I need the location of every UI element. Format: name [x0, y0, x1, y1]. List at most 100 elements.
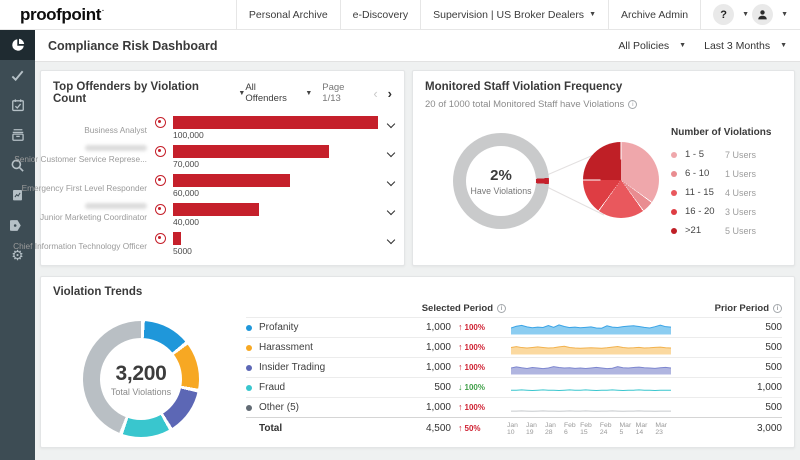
expand-row-icon[interactable] — [387, 149, 395, 157]
user-icon — [756, 8, 769, 21]
offenders-bar-chart: Business Analyst 100,000 Senior Customer… — [41, 107, 404, 259]
legend-item: 6 - 101 Users — [671, 164, 789, 183]
user-avatar-button[interactable] — [752, 4, 773, 25]
user-caret-icon[interactable]: ▼ — [781, 11, 788, 18]
violation-percentage-value: 2% — [490, 167, 512, 184]
sparkline-x-axis: Jan 10Jan 19Jan 28Feb 6Feb 15Feb 24Mar 5… — [506, 422, 676, 436]
legend-dot — [671, 190, 677, 196]
violation-target-icon — [155, 175, 166, 186]
sidebar-item-review[interactable] — [0, 60, 35, 90]
nav-supervision[interactable]: Supervision | US Broker Dealers▼ — [420, 0, 608, 29]
info-icon[interactable] — [773, 304, 782, 313]
violation-bar — [173, 145, 329, 158]
sparkline-chart — [506, 401, 676, 415]
sparkline-chart — [506, 321, 676, 335]
prev-page-icon[interactable]: ‹ — [373, 87, 377, 100]
violation-percentage-donut: 2% Have Violations — [453, 133, 549, 229]
app-window: proofpoint. Personal Archive e-Discovery… — [0, 0, 800, 460]
trends-title: Violation Trends — [53, 286, 142, 298]
series-dot — [246, 385, 252, 391]
up-arrow-icon: ↑ — [458, 403, 463, 412]
chevron-down-icon: ▼ — [238, 90, 245, 97]
check-icon — [10, 68, 25, 83]
up-arrow-icon: ↑ — [458, 323, 463, 332]
proofpoint-logo: proofpoint. — [20, 6, 104, 23]
page-header: Compliance Risk Dashboard All Policies▼ … — [35, 30, 800, 62]
period-filter-dropdown[interactable]: Last 3 Months▼ — [704, 40, 787, 52]
top-bar: proofpoint. Personal Archive e-Discovery… — [0, 0, 800, 30]
next-page-icon[interactable]: › — [388, 87, 392, 100]
offender-row: Senior Customer Service Represe... 70,00… — [41, 143, 404, 172]
nav-archive-admin[interactable]: Archive Admin — [608, 0, 700, 29]
series-dot — [246, 345, 252, 351]
legend-title: Number of Violations — [671, 127, 789, 138]
trend-total-row: Total 4,500 ↑50% Jan 10Jan 19Jan 28Feb 6… — [246, 417, 782, 439]
info-icon[interactable] — [628, 100, 637, 109]
expand-row-icon[interactable] — [387, 178, 395, 186]
legend-item: 16 - 203 Users — [671, 202, 789, 221]
violation-bar — [173, 232, 181, 245]
trends-table: Selected Period Prior Period Profanity 1… — [246, 299, 782, 439]
expand-row-icon[interactable] — [387, 120, 395, 128]
page-title: Compliance Risk Dashboard — [48, 39, 218, 53]
offender-filter-dropdown[interactable]: All Offenders▼ — [245, 82, 312, 104]
sparkline-chart — [506, 341, 676, 355]
violation-frequency-pie — [583, 142, 659, 218]
up-arrow-icon: ↑ — [458, 424, 463, 433]
violation-percentage-label: Have Violations — [471, 186, 532, 196]
sparkline-chart — [506, 381, 676, 395]
trends-table-header: Selected Period Prior Period — [246, 299, 782, 317]
trend-row: Fraud 500 ↓100% 1,000 — [246, 377, 782, 397]
policies-filter-dropdown[interactable]: All Policies▼ — [618, 40, 686, 52]
offender-row: Chief Information Technology Officer 500… — [41, 230, 404, 259]
trend-row: Other (5) 1,000 ↑100% 500 — [246, 397, 782, 417]
legend-dot — [671, 171, 677, 177]
trend-row: Profanity 1,000 ↑100% 500 — [246, 317, 782, 337]
tag-icon — [10, 219, 25, 232]
trend-row: Harassment 1,000 ↑100% 500 — [246, 337, 782, 357]
up-arrow-icon: ↑ — [458, 363, 463, 372]
legend-item: 11 - 154 Users — [671, 183, 789, 202]
sidebar-item-dashboard[interactable] — [0, 30, 35, 60]
legend-dot — [671, 209, 677, 215]
series-dot — [246, 365, 252, 371]
nav-e-discovery[interactable]: e-Discovery — [340, 0, 420, 29]
legend-dot — [671, 152, 677, 158]
help-button[interactable]: ? — [713, 4, 734, 25]
nav-personal-archive[interactable]: Personal Archive — [236, 0, 340, 29]
sidebar-item-calendar[interactable] — [0, 90, 35, 120]
violation-trends-card: Violation Trends 3,200 Total Violations … — [40, 276, 795, 448]
offender-row: Business Analyst 100,000 — [41, 114, 404, 143]
expand-row-icon[interactable] — [387, 207, 395, 215]
violation-bar — [173, 174, 290, 187]
expand-row-icon[interactable] — [387, 236, 395, 244]
top-nav: Personal Archive e-Discovery Supervision… — [236, 0, 701, 29]
calendar-check-icon — [11, 98, 25, 112]
sidebar-item-tags[interactable] — [0, 210, 35, 240]
pie-chart-icon — [10, 37, 26, 53]
legend-item: 1 - 57 Users — [671, 145, 789, 164]
violation-bar — [173, 203, 259, 216]
archive-box-icon — [11, 128, 25, 142]
chevron-down-icon: ▼ — [589, 11, 596, 18]
total-violations-value: 3,200 — [115, 362, 166, 386]
monitored-staff-card: Monitored Staff Violation Frequency 20 o… — [412, 70, 795, 266]
offender-row: Emergency First Level Responder 60,000 — [41, 172, 404, 201]
question-icon: ? — [720, 9, 727, 21]
info-icon[interactable] — [497, 304, 506, 313]
top-offenders-title-dropdown[interactable]: Top Offenders by Violation Count▼ — [53, 81, 245, 105]
series-dot — [246, 325, 252, 331]
sidebar-item-archive[interactable] — [0, 120, 35, 150]
total-violations-donut: 3,200 Total Violations — [83, 321, 199, 437]
violation-target-icon — [155, 204, 166, 215]
page-indicator: Page 1/13 — [322, 82, 363, 104]
down-arrow-icon: ↓ — [458, 383, 463, 392]
total-violations-label: Total Violations — [111, 387, 171, 397]
trend-row: Insider Trading 1,000 ↑100% 500 — [246, 357, 782, 377]
violation-bar — [173, 116, 378, 129]
help-caret-icon[interactable]: ▼ — [742, 11, 749, 18]
violation-frequency-legend: Number of Violations 1 - 57 Users 6 - 10… — [671, 127, 789, 240]
logo-trademark: . — [102, 6, 104, 13]
legend-item: >215 Users — [671, 221, 789, 240]
up-arrow-icon: ↑ — [458, 343, 463, 352]
